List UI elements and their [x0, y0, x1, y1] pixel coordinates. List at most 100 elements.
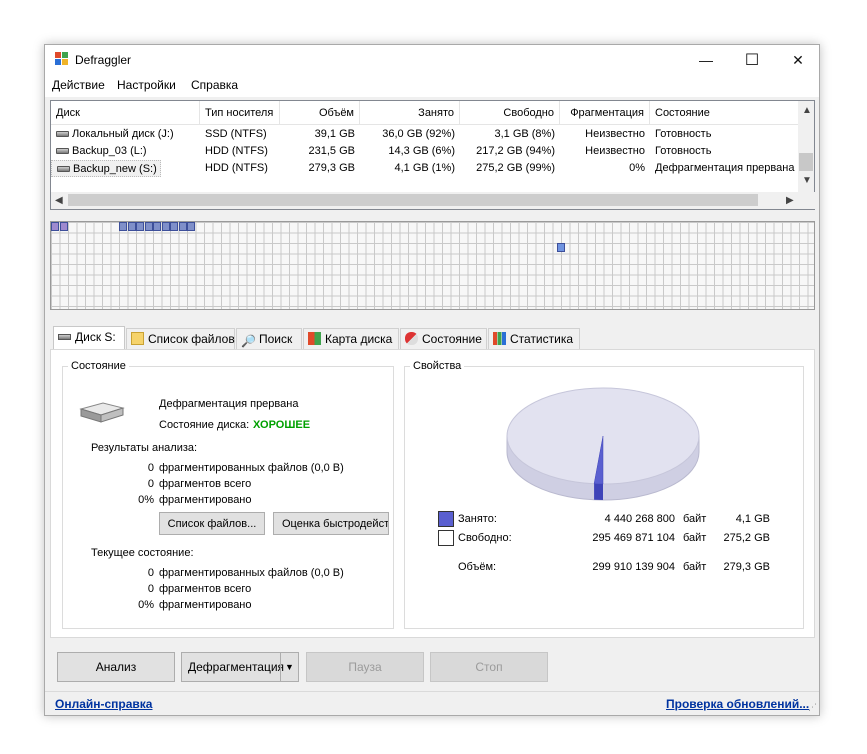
current-label: фрагментировано	[159, 599, 252, 611]
used-color-swatch	[438, 511, 454, 527]
col-capacity[interactable]: Объём	[280, 101, 360, 125]
analysis-label: фрагментировано	[159, 494, 252, 506]
defrag-dropdown-icon[interactable]: ▼	[280, 653, 298, 681]
current-value: 0%	[138, 599, 154, 611]
analysis-title: Результаты анализа:	[91, 442, 198, 454]
used-block	[161, 222, 170, 231]
col-used[interactable]: Занято	[360, 101, 460, 125]
tab-drive-map-label: Карта диска	[325, 332, 393, 346]
disk-list[interactable]: Диск Тип носителя Объём Занято Свободно …	[50, 100, 815, 210]
menu-action[interactable]: Действие	[52, 78, 105, 92]
disk-row-selected[interactable]: Backup_new (S:) HDD (NTFS) 279,3 GB 4,1 …	[51, 160, 799, 177]
capacity-label: Объём:	[458, 561, 497, 573]
hscroll-thumb[interactable]	[68, 194, 758, 206]
disk-fragmentation: Неизвестно	[585, 145, 645, 157]
tab-health-label: Состояние	[422, 332, 482, 346]
maximize-button[interactable]: ☐	[729, 45, 775, 75]
used-block	[59, 222, 68, 231]
vscroll-thumb[interactable]	[799, 153, 813, 171]
map-icon	[308, 332, 321, 345]
disk-list-vscroll[interactable]: ▲ ▼	[798, 101, 814, 193]
free-label: Свободно:	[458, 532, 512, 544]
disk-media: HDD (NTFS)	[205, 145, 268, 157]
disk-fragmentation: Неизвестно	[585, 128, 645, 140]
analysis-label: фрагментированных файлов (0,0 B)	[159, 462, 344, 474]
benchmark-button[interactable]: Оценка быстродействия	[273, 512, 389, 535]
drive-icon	[56, 131, 69, 138]
tab-search[interactable]: 🔎 Поиск	[236, 328, 302, 349]
file-list-button[interactable]: Список файлов...	[159, 512, 265, 535]
resize-grip-icon[interactable]: ⋰	[808, 702, 817, 713]
tab-drive-label: Диск S:	[75, 330, 116, 344]
defraggler-logo-icon	[55, 52, 68, 65]
disk-media: HDD (NTFS)	[205, 162, 268, 174]
tab-drive[interactable]: Диск S:	[53, 326, 125, 349]
scroll-down-icon[interactable]: ▼	[802, 175, 812, 186]
tab-file-list[interactable]: Список файлов	[126, 328, 235, 349]
used-label: Занято:	[458, 513, 497, 525]
tab-file-list-label: Список файлов	[148, 332, 235, 346]
scroll-left-icon[interactable]: ◀	[55, 195, 63, 206]
col-free[interactable]: Свободно	[460, 101, 560, 125]
disk-list-header: Диск Тип носителя Объём Занято Свободно …	[51, 101, 799, 125]
used-block	[144, 222, 153, 231]
capacity-size: 279,3 GB	[723, 561, 770, 573]
disk-list-hscroll[interactable]: ◀ ▶	[51, 192, 815, 209]
disk-health-value: ХОРОШЕЕ	[253, 419, 311, 431]
close-button[interactable]: ✕	[775, 45, 821, 75]
analyze-button[interactable]: Анализ	[57, 652, 175, 682]
tab-statistics-label: Статистика	[510, 332, 574, 346]
tab-search-label: Поиск	[259, 332, 293, 346]
scroll-up-icon[interactable]: ▲	[802, 105, 812, 116]
bar-chart-icon	[493, 332, 506, 345]
online-help-link[interactable]: Онлайн-справка	[55, 697, 152, 711]
minimize-icon: —	[699, 52, 713, 68]
col-disk[interactable]: Диск	[51, 101, 200, 125]
drive-block-map	[50, 221, 815, 310]
disk-status: Готовность	[655, 128, 712, 140]
footer-divider	[45, 691, 819, 692]
disk-free: 217,2 GB (94%)	[476, 145, 555, 157]
disk-row[interactable]: Backup_03 (L:) HDD (NTFS) 231,5 GB 14,3 …	[51, 143, 799, 160]
minimize-button[interactable]: —	[683, 45, 729, 75]
tab-health[interactable]: Состояние	[400, 328, 487, 349]
disk-fragmentation: 0%	[629, 162, 645, 174]
pause-button[interactable]: Пауза	[306, 652, 424, 682]
status-group: Состояние Дефрагментация прервана Состоя…	[62, 360, 394, 629]
col-status[interactable]: Состояние	[650, 101, 799, 125]
current-label: фрагментов всего	[159, 583, 252, 595]
disk-row[interactable]: Локальный диск (J:) SSD (NTFS) 39,1 GB 3…	[51, 126, 799, 143]
tab-drive-map[interactable]: Карта диска	[303, 328, 399, 349]
maximize-icon: ☐	[744, 52, 760, 69]
col-fragmentation[interactable]: Фрагментация	[560, 101, 650, 125]
disk-usage-pie	[506, 387, 700, 501]
drive-icon	[58, 334, 71, 340]
current-value: 0	[147, 583, 154, 595]
check-updates-link[interactable]: Проверка обновлений...	[666, 697, 809, 711]
disk-used: 14,3 GB (6%)	[388, 145, 455, 157]
disk-media: SSD (NTFS)	[205, 128, 267, 140]
used-block	[153, 222, 161, 231]
disk-capacity: 279,3 GB	[308, 162, 355, 174]
disk-capacity: 39,1 GB	[314, 128, 355, 140]
col-media-type[interactable]: Тип носителя	[200, 101, 280, 125]
disk-capacity: 231,5 GB	[308, 145, 355, 157]
drive-icon	[57, 166, 70, 173]
stop-button[interactable]: Стоп	[430, 652, 548, 682]
menu-help[interactable]: Справка	[191, 78, 238, 92]
menu-bar: Действие Настройки Справка	[45, 75, 819, 97]
free-bytes: 295 469 871 104	[592, 532, 675, 544]
used-block	[127, 222, 136, 231]
disk-name: Backup_03 (L:)	[72, 145, 147, 157]
current-state-title: Текущее состояние:	[91, 547, 194, 559]
folder-icon	[131, 332, 144, 345]
scroll-right-icon[interactable]: ▶	[786, 195, 794, 206]
used-block	[170, 222, 178, 231]
defrag-button[interactable]: Дефрагментация ▼	[181, 652, 299, 682]
pill-icon	[405, 332, 418, 345]
free-color-swatch	[438, 530, 454, 546]
menu-settings[interactable]: Настройки	[117, 78, 176, 92]
defrag-button-label: Дефрагментация	[188, 660, 285, 674]
disk-status: Готовность	[655, 145, 712, 157]
tab-statistics[interactable]: Статистика	[488, 328, 580, 349]
